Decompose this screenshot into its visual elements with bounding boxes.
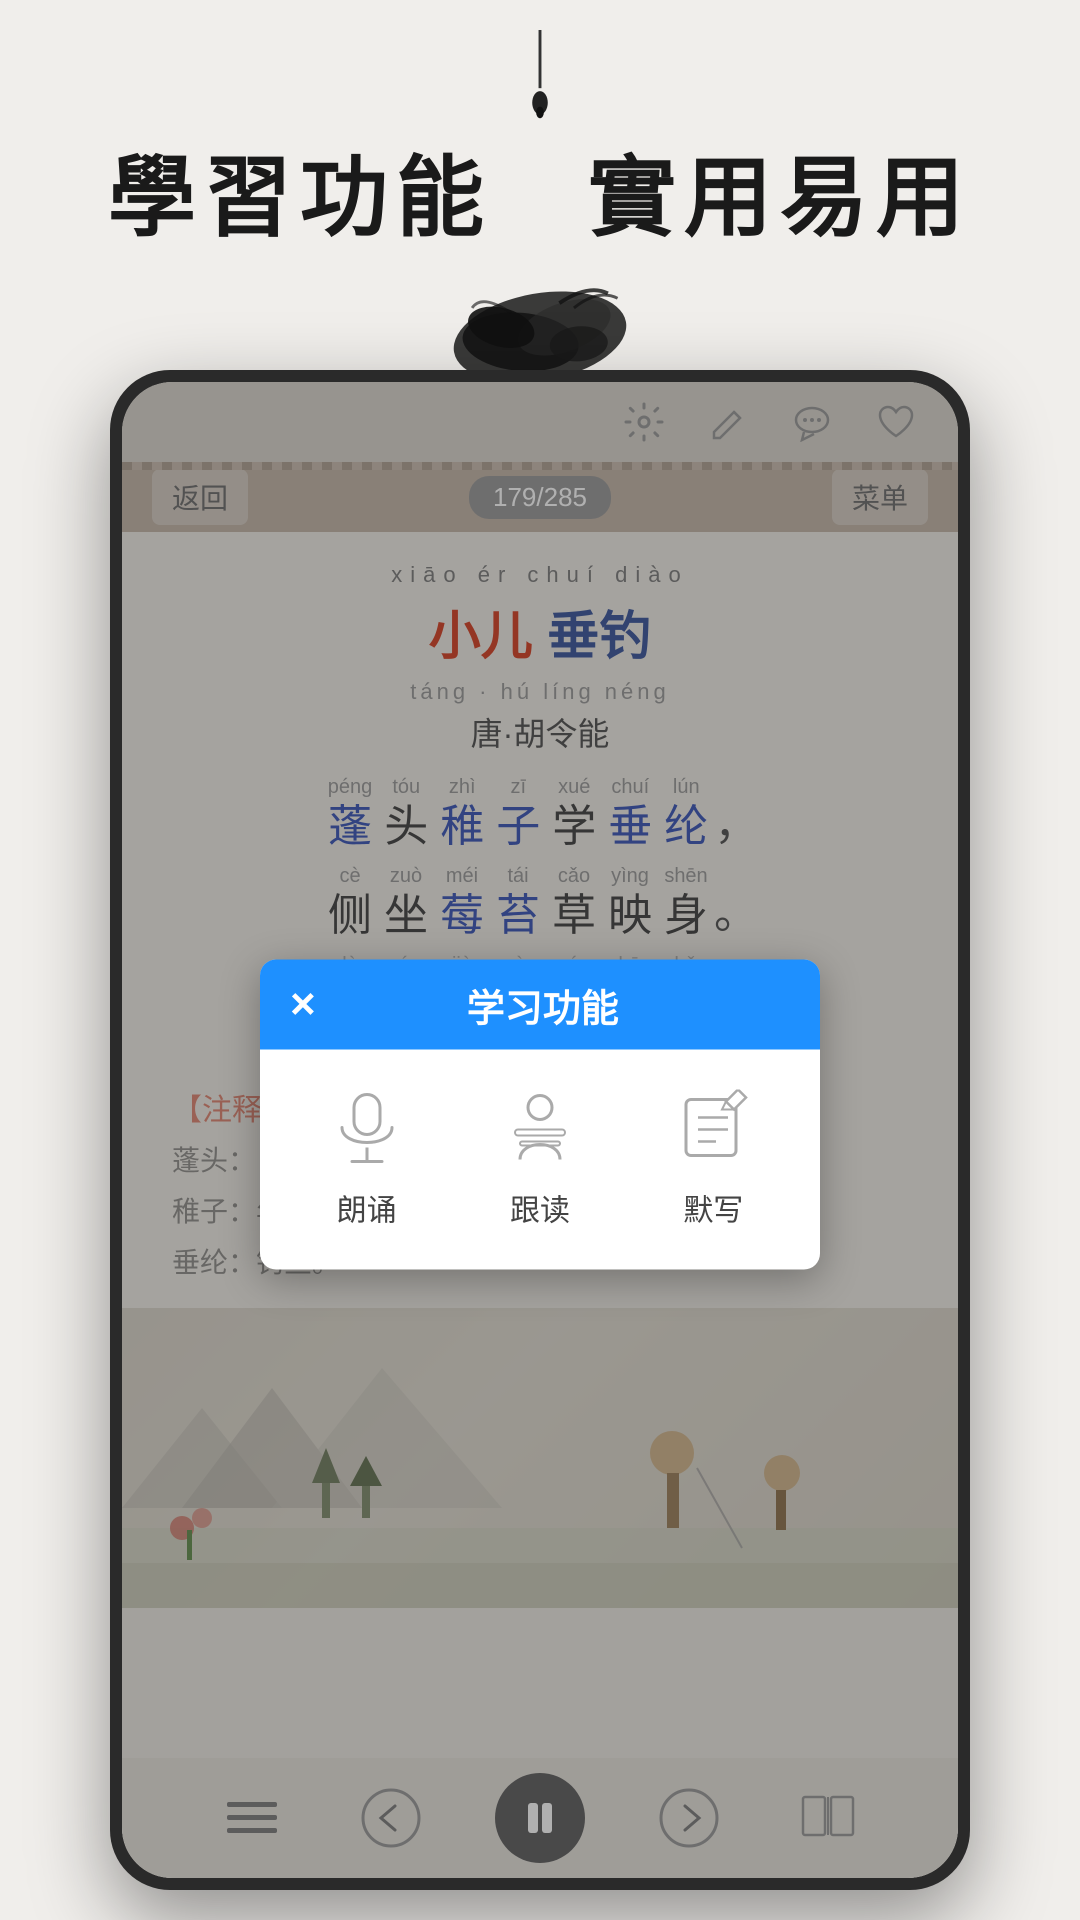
- ink-drop-top: [515, 30, 565, 127]
- dictation-feature[interactable]: 默写: [673, 1090, 753, 1230]
- person-read-icon: [500, 1090, 580, 1170]
- follow-read-label: 跟读: [510, 1186, 570, 1230]
- dialog-body: 朗诵 跟读: [260, 1050, 820, 1270]
- recite-feature[interactable]: 朗诵: [327, 1090, 407, 1230]
- recite-label: 朗诵: [337, 1186, 397, 1230]
- dialog-title: 学习功能: [336, 977, 750, 1032]
- top-section: 學習功能 實用易用: [0, 0, 1080, 400]
- follow-read-feature[interactable]: 跟读: [500, 1090, 580, 1230]
- phone-mockup: 返回 179/285 菜单 xiāo ér chuí diào 小儿 垂钓 tá…: [110, 370, 970, 1890]
- dictation-label: 默写: [683, 1186, 743, 1230]
- phone-screen: 返回 179/285 菜单 xiāo ér chuí diào 小儿 垂钓 tá…: [122, 382, 958, 1878]
- microphone-icon: [327, 1090, 407, 1170]
- learning-dialog: × 学习功能 朗诵: [260, 960, 820, 1270]
- main-title: 學習功能 實用易用: [108, 127, 972, 254]
- dialog-header: × 学习功能: [260, 960, 820, 1050]
- write-icon: [673, 1090, 753, 1170]
- dialog-close-button[interactable]: ×: [290, 983, 316, 1027]
